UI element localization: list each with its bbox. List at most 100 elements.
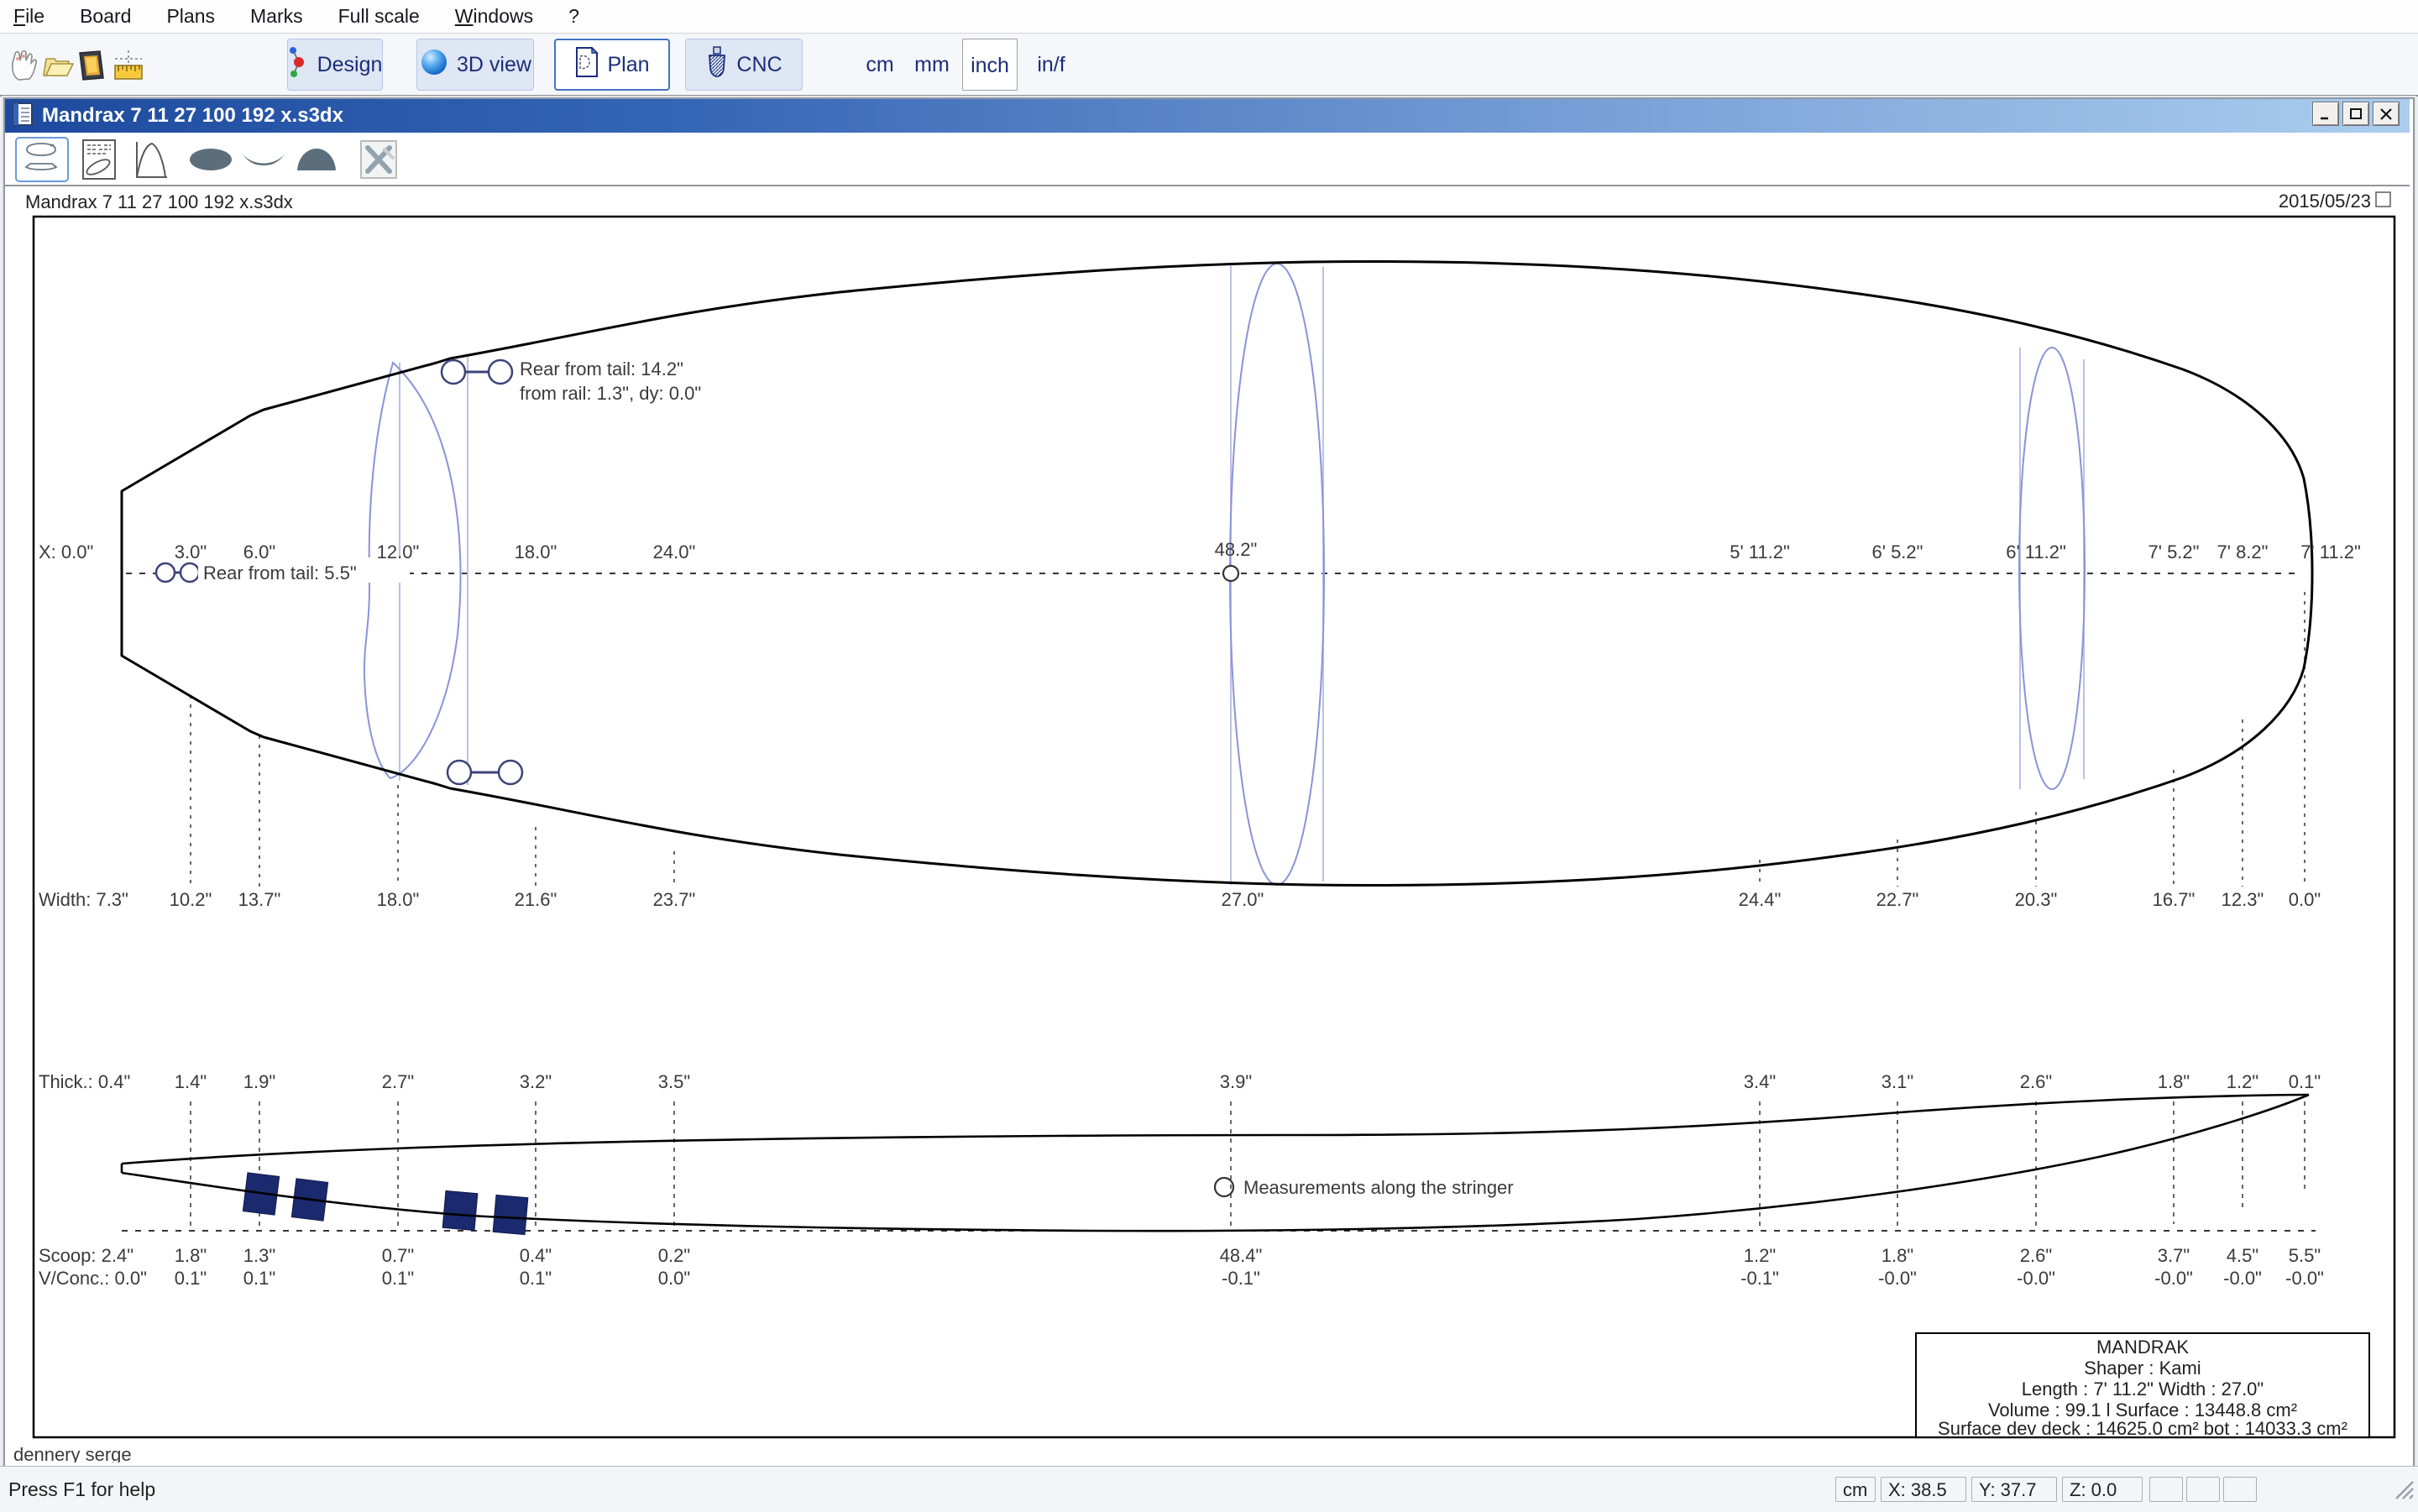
status-empty-panel-2 bbox=[2186, 1477, 2220, 1502]
application-window: { "menu": {"items": ["File", "Board", "P… bbox=[0, 0, 2418, 1511]
menu-file[interactable]: File bbox=[13, 5, 44, 28]
thick-label-1: 1.4" bbox=[175, 1071, 207, 1092]
fin-plug-bottom-rear[interactable] bbox=[447, 761, 471, 784]
fin-box-4[interactable] bbox=[493, 1195, 528, 1234]
drawing-canvas[interactable]: Mandrax 7 11 27 100 192 x.s3dx 2015/05/2… bbox=[5, 188, 2410, 1462]
cnc-router-bit-icon bbox=[705, 45, 729, 85]
sphere-3d-icon bbox=[419, 47, 449, 83]
board-drawing: Mandrax 7 11 27 100 192 x.s3dx 2015/05/2… bbox=[5, 188, 2410, 1462]
fin-plug-center-rear[interactable] bbox=[156, 563, 175, 582]
menu-bar: File Board Plans Marks Full scale Window… bbox=[0, 0, 2418, 34]
outline-slice-tool-icon[interactable] bbox=[186, 137, 235, 182]
menu-board[interactable]: Board bbox=[80, 5, 131, 28]
thick-label-5: 3.5" bbox=[658, 1071, 690, 1092]
stringer-legend-label: Measurements along the stringer bbox=[1243, 1177, 1514, 1198]
vconc-label-11: -0.0" bbox=[2223, 1268, 2262, 1289]
x-label-12: 7' 11.2" bbox=[2300, 541, 2361, 562]
date-checkbox[interactable] bbox=[2376, 192, 2390, 207]
plan-view-button[interactable]: Plan bbox=[554, 39, 670, 91]
width-label-12: 0.0" bbox=[2289, 889, 2321, 910]
thick-label-6: 3.9" bbox=[1220, 1071, 1252, 1092]
cnc-view-button[interactable]: CNC bbox=[685, 39, 803, 91]
fin-plug-top-rear[interactable] bbox=[442, 360, 465, 384]
width-label-4: 21.6" bbox=[515, 889, 557, 910]
info-dimensions: Length : 7' 11.2" Width : 27.0" bbox=[2022, 1379, 2264, 1400]
menu-marks[interactable]: Marks bbox=[250, 5, 303, 28]
vconc-label-2: 0.1" bbox=[243, 1268, 275, 1289]
fin-plug-bottom-front[interactable] bbox=[499, 761, 522, 784]
stringer-annotation: Rear from tail: 5.5" bbox=[203, 562, 357, 583]
3d-view-button[interactable]: 3D view bbox=[416, 39, 534, 91]
thick-label-4: 3.2" bbox=[520, 1071, 552, 1092]
width-label-3: 18.0" bbox=[377, 889, 420, 910]
scoop-label-8: 1.8" bbox=[1882, 1245, 1913, 1266]
close-button[interactable] bbox=[2373, 102, 2400, 126]
scoop-label-0: Scoop: 2.4" bbox=[39, 1245, 133, 1266]
width-label-8: 22.7" bbox=[1876, 889, 1919, 910]
design-view-button[interactable]: Design bbox=[287, 39, 383, 91]
scoop-label-10: 3.7" bbox=[2158, 1245, 2190, 1266]
x-label-4: 18.0" bbox=[515, 541, 557, 562]
shaper-signature: dennery serge bbox=[13, 1444, 132, 1462]
vconc-label-0: V/Conc.: 0.0" bbox=[39, 1268, 147, 1289]
fin-plug-top-front[interactable] bbox=[489, 360, 512, 384]
status-help-text: Press F1 for help bbox=[8, 1467, 155, 1512]
document-titlebar[interactable]: Mandrax 7 11 27 100 192 x.s3dx bbox=[5, 99, 2410, 133]
pointer-hand-icon[interactable] bbox=[5, 48, 40, 83]
scoop-label-6: 48.4" bbox=[1220, 1245, 1263, 1266]
save-icon[interactable] bbox=[74, 48, 109, 83]
vconc-label-3: 0.1" bbox=[382, 1268, 414, 1289]
rocker-slice-tool-icon[interactable] bbox=[238, 137, 289, 182]
menu-help[interactable]: ? bbox=[568, 5, 579, 28]
main-toolbar: Design 3D view Plan bbox=[0, 34, 2418, 97]
3d-view-button-label: 3D view bbox=[457, 53, 531, 77]
scoop-label-3: 0.7" bbox=[382, 1245, 414, 1266]
status-z-coordinate: Z: 0.0 bbox=[2062, 1477, 2143, 1502]
width-label-7: 24.4" bbox=[1739, 889, 1782, 910]
maximize-button[interactable] bbox=[2342, 102, 2369, 126]
fin-annotation-line1: Rear from tail: 14.2" bbox=[520, 358, 683, 379]
menu-windows[interactable]: Windows bbox=[455, 5, 533, 28]
fin-plug-center-front[interactable] bbox=[181, 563, 199, 582]
vconc-label-7: -0.1" bbox=[1740, 1268, 1779, 1289]
width-label-6: 27.0" bbox=[1222, 889, 1264, 910]
info-dev-surfaces: Surface dev deck : 14625.0 cm² bot : 140… bbox=[1938, 1418, 2347, 1439]
menu-plans[interactable]: Plans bbox=[166, 5, 215, 28]
cnc-button-label: CNC bbox=[736, 53, 782, 77]
x-label-0: X: 0.0" bbox=[39, 541, 93, 562]
scoop-label-7: 1.2" bbox=[1744, 1245, 1776, 1266]
unit-mm-toggle[interactable]: mm bbox=[908, 39, 955, 91]
plan-button-label: Plan bbox=[607, 53, 649, 77]
export-spreadsheet-tool-icon[interactable] bbox=[356, 137, 401, 182]
status-unit-panel: cm bbox=[1835, 1477, 1876, 1502]
width-label-9: 20.3" bbox=[2015, 889, 2058, 910]
unit-cm-toggle[interactable]: cm bbox=[858, 39, 902, 91]
width-label-5: 23.7" bbox=[653, 889, 696, 910]
thick-label-2: 1.9" bbox=[243, 1071, 275, 1092]
width-label-11: 12.3" bbox=[2222, 889, 2264, 910]
x-label-7: 5' 11.2" bbox=[1730, 541, 1790, 562]
profile-curve-tool-icon[interactable] bbox=[128, 137, 175, 182]
vconc-label-1: 0.1" bbox=[175, 1268, 207, 1289]
ruler-measure-icon[interactable] bbox=[111, 48, 146, 83]
fin-box-3[interactable] bbox=[442, 1190, 478, 1230]
open-folder-icon[interactable] bbox=[40, 48, 76, 83]
design-nodes-icon bbox=[288, 45, 310, 85]
status-bar: Press F1 for help cm X: 38.5 Y: 37.7 Z: … bbox=[0, 1466, 2418, 1511]
resize-grip[interactable] bbox=[2393, 1478, 2415, 1504]
center-point-marker[interactable] bbox=[1223, 566, 1238, 581]
width-label-1: 10.2" bbox=[170, 889, 212, 910]
document-title: Mandrax 7 11 27 100 192 x.s3dx bbox=[42, 104, 343, 128]
minimize-button[interactable] bbox=[2312, 102, 2339, 126]
design-button-label: Design bbox=[317, 53, 383, 77]
menu-full-scale[interactable]: Full scale bbox=[338, 5, 420, 28]
unit-inf-toggle[interactable]: in/f bbox=[1026, 39, 1076, 91]
outline-views-tool-icon[interactable] bbox=[15, 137, 69, 182]
scoop-label-9: 2.6" bbox=[2020, 1245, 2052, 1266]
cross-section-tool-icon[interactable] bbox=[292, 137, 341, 182]
thick-label-9: 2.6" bbox=[2020, 1071, 2052, 1092]
width-label-10: 16.7" bbox=[2153, 889, 2196, 910]
measurements-sheet-tool-icon[interactable] bbox=[76, 137, 123, 182]
unit-inch-toggle[interactable]: inch bbox=[962, 39, 1018, 91]
thick-label-8: 3.1" bbox=[1882, 1071, 1913, 1092]
